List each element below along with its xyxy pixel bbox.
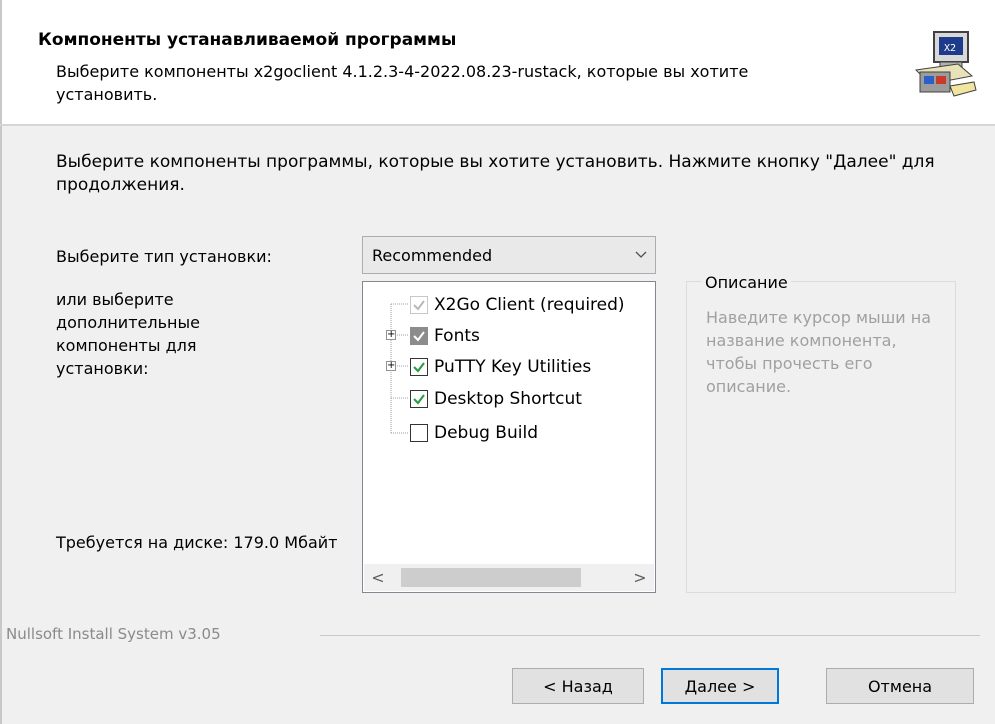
footer-brand: Nullsoft Install System v3.05 [6,625,221,643]
scroll-right-icon[interactable]: > [630,568,650,587]
components-tree[interactable]: X2Go Client (required) + Fonts + PuTTY K… [362,281,656,593]
components-label: или выберите дополнительные компоненты д… [56,290,200,378]
next-button[interactable]: Далее > [661,668,779,704]
install-type-label: Выберите тип установки: [56,247,272,266]
component-label: X2Go Client (required) [434,295,625,315]
checkbox-checked [410,390,428,408]
cancel-button[interactable]: Отмена [826,668,974,704]
install-type-select[interactable]: Recommended [362,236,656,274]
page-title: Компоненты устанавливаемой программы [38,30,457,50]
description-text: Наведите курсор мыши на название компоне… [706,308,932,396]
description-title: Описание [702,273,791,292]
disk-space-label: Требуется на диске: 179.0 Мбайт [56,533,338,552]
expand-plus-icon[interactable]: + [386,330,396,340]
horizontal-scrollbar[interactable]: < > [364,564,654,591]
component-label: Desktop Shortcut [434,389,582,409]
check-icon [413,394,425,405]
scrollbar-thumb[interactable] [401,568,581,587]
component-label: PuTTY Key Utilities [434,357,592,377]
component-label: Debug Build [434,423,538,443]
intro-text: Выберите компоненты программы, которые в… [56,152,935,195]
expand-plus-icon[interactable]: + [386,361,396,371]
installer-computer-icon: X2 [914,30,978,98]
checkbox-unchecked [410,424,428,442]
window-left-edge [0,0,2,724]
scroll-left-icon[interactable]: < [368,568,388,587]
check-icon [413,331,425,342]
component-label: Fonts [434,326,480,346]
back-button[interactable]: < Назад [512,668,644,704]
check-icon [413,300,425,311]
page-subtitle: Выберите компоненты x2goclient 4.1.2.3-4… [56,62,749,104]
svg-text:X2: X2 [944,43,956,54]
header-divider [0,124,995,126]
checkbox-checked [410,358,428,376]
install-type-value: Recommended [372,246,493,265]
chevron-down-icon [635,251,647,258]
header-banner: Компоненты устанавливаемой программы Выб… [0,0,995,124]
checkbox-disabled [410,296,428,314]
checkbox-partial [410,327,428,345]
check-icon [413,362,425,373]
footer-divider [320,635,980,636]
